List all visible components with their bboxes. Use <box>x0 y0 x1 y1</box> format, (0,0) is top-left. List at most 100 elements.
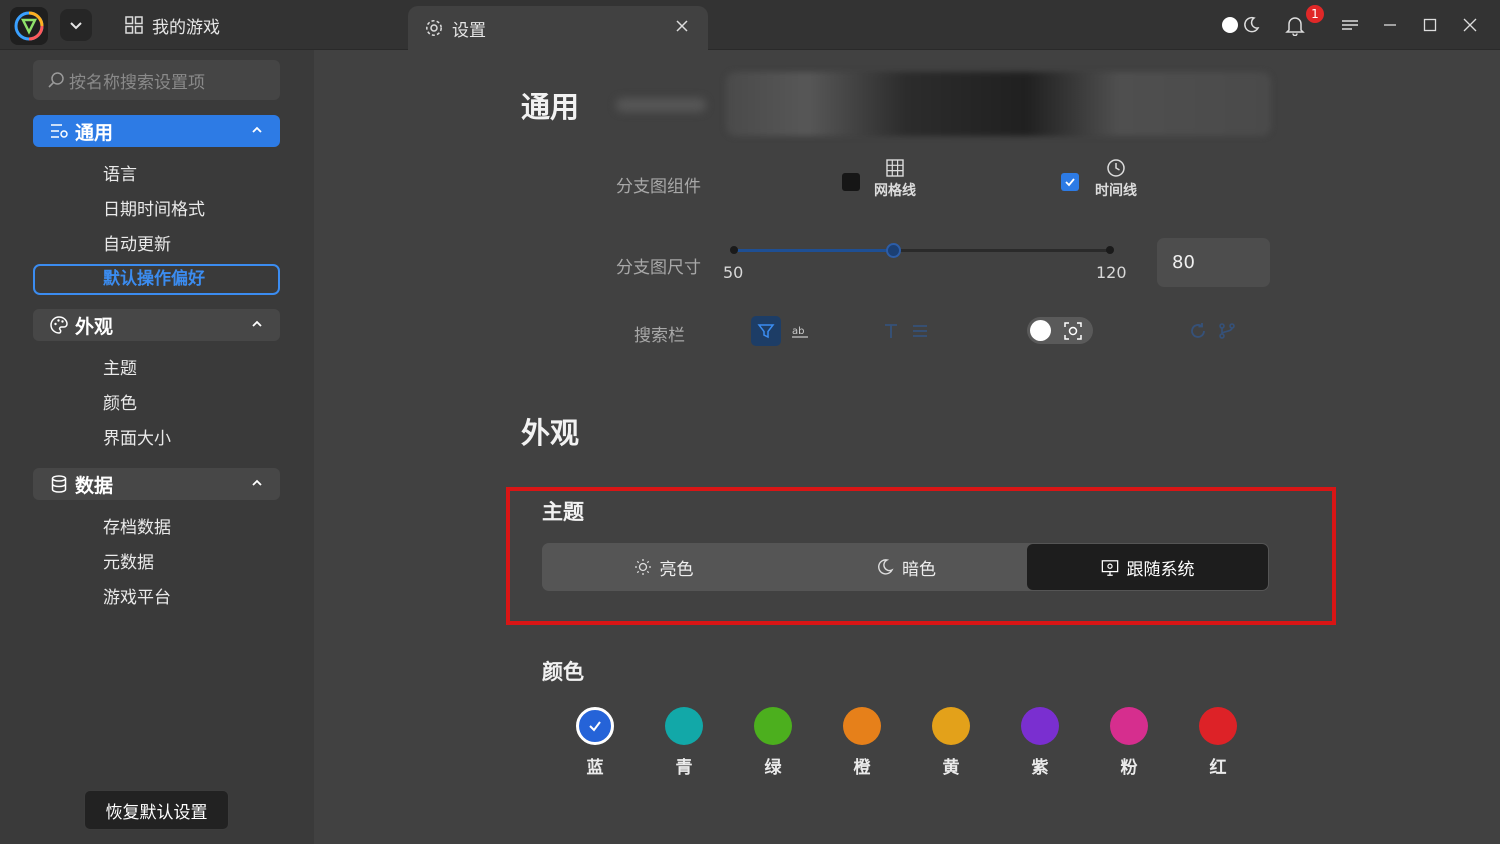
close-window-icon[interactable] <box>1460 15 1480 35</box>
check-icon <box>589 721 601 732</box>
color-swatch[interactable] <box>1021 707 1059 745</box>
color-option[interactable]: 紫 <box>1020 707 1060 778</box>
database-icon <box>49 474 69 494</box>
sidebar-item-auto-update[interactable]: 自动更新 <box>103 230 171 260</box>
minimize-icon[interactable] <box>1380 15 1400 35</box>
clock-icon <box>1107 159 1125 177</box>
moon-icon <box>1244 16 1260 33</box>
settings-main-panel: 通用 分支图组件 网格线 时间线 分支图尺寸 50 120 80 搜索栏 ab … <box>314 50 1500 844</box>
grid-lines-checkbox[interactable] <box>842 173 860 191</box>
scan-icon <box>1064 322 1082 340</box>
grid-lines-option[interactable]: 网格线 <box>874 158 916 200</box>
color-label: 青 <box>675 758 693 778</box>
chevron-up-icon <box>252 479 262 486</box>
color-label: 红 <box>1209 758 1227 778</box>
branch-size-input[interactable]: 80 <box>1157 238 1270 287</box>
theme-system-label: 跟随系统 <box>1126 559 1195 580</box>
theme-toggle[interactable] <box>1222 14 1266 36</box>
timeline-option[interactable]: 时间线 <box>1095 158 1137 200</box>
slider-max-dot <box>1106 246 1114 254</box>
sidebar-item-metadata[interactable]: 元数据 <box>103 548 154 578</box>
timeline-checkbox[interactable] <box>1061 173 1079 191</box>
color-label: 紫 <box>1031 758 1049 778</box>
notification-bell-icon[interactable] <box>1284 14 1306 37</box>
slider-handle[interactable] <box>886 243 902 258</box>
color-label: 绿 <box>764 758 782 778</box>
color-swatch[interactable] <box>576 707 614 745</box>
color-option[interactable]: 红 <box>1198 707 1238 778</box>
theme-title: 主题 <box>542 500 584 524</box>
chevron-up-icon <box>252 320 262 327</box>
monitor-gear-icon <box>1101 558 1119 576</box>
color-option[interactable]: 黄 <box>931 707 971 778</box>
color-option[interactable]: 青 <box>664 707 704 778</box>
search-placeholder: 按名称搜索设置项 <box>69 72 205 93</box>
theme-light-button[interactable]: 亮色 <box>542 543 785 591</box>
sidebar-item-color[interactable]: 颜色 <box>103 389 137 419</box>
restore-defaults-button[interactable]: 恢复默认设置 <box>84 790 229 830</box>
color-swatch[interactable] <box>932 707 970 745</box>
check-icon <box>1065 178 1075 187</box>
sidebar-item-language[interactable]: 语言 <box>103 160 137 190</box>
branch-icon[interactable] <box>1218 322 1236 340</box>
settings-search-input[interactable]: 按名称搜索设置项 <box>33 60 280 100</box>
blurred-setting-label <box>616 98 706 112</box>
grid-lines-label: 网格线 <box>874 183 916 199</box>
color-option[interactable]: 粉 <box>1109 707 1149 778</box>
app-logo-icon <box>14 11 44 41</box>
branch-size-slider[interactable] <box>730 243 1114 258</box>
tab-settings-label: 设置 <box>452 20 486 41</box>
list-icon[interactable] <box>911 322 929 340</box>
color-option[interactable]: 蓝 <box>575 707 615 778</box>
sidebar-group-appearance-label: 外观 <box>75 315 114 338</box>
color-option[interactable]: 绿 <box>753 707 793 778</box>
color-swatch[interactable] <box>665 707 703 745</box>
chevron-down-icon <box>70 22 82 30</box>
grid-icon <box>124 15 144 35</box>
theme-dark-button[interactable]: 暗色 <box>785 543 1027 591</box>
settings-sidebar: 按名称搜索设置项 通用 语言 日期时间格式 自动更新 默认操作偏好 外观 主题 … <box>0 50 314 844</box>
grid-lines-icon <box>886 159 904 177</box>
sidebar-item-ui-size[interactable]: 界面大小 <box>103 424 171 454</box>
tab-my-games-label: 我的游戏 <box>152 17 220 38</box>
color-option[interactable]: 橙 <box>842 707 882 778</box>
sidebar-item-save-data[interactable]: 存档数据 <box>103 513 171 543</box>
sidebar-item-theme[interactable]: 主题 <box>103 354 137 384</box>
text-match-icon[interactable]: ab <box>791 322 809 340</box>
refresh-icon[interactable] <box>1189 322 1207 340</box>
theme-system-button[interactable]: 跟随系统 <box>1027 544 1268 590</box>
menu-dropdown-button[interactable] <box>60 9 92 41</box>
close-tab-icon[interactable] <box>672 16 692 36</box>
slider-min-label: 50 <box>723 263 744 282</box>
sidebar-item-datetime-format[interactable]: 日期时间格式 <box>103 195 205 225</box>
toggle-knob <box>1030 320 1051 341</box>
moon-icon <box>876 558 894 576</box>
filter-button[interactable] <box>751 316 781 346</box>
color-swatch[interactable] <box>1199 707 1237 745</box>
sidebar-item-default-action[interactable]: 默认操作偏好 <box>33 264 280 295</box>
search-bar-toggle[interactable] <box>1027 317 1093 344</box>
color-swatch[interactable] <box>843 707 881 745</box>
text-icon[interactable] <box>882 322 900 340</box>
color-swatch[interactable] <box>1110 707 1148 745</box>
notification-badge: 1 <box>1306 5 1324 23</box>
tab-my-games[interactable]: 我的游戏 <box>120 0 405 50</box>
sidebar-group-general[interactable]: 通用 <box>33 115 280 147</box>
tab-settings[interactable]: 设置 <box>408 6 708 50</box>
maximize-icon[interactable] <box>1420 15 1440 35</box>
general-settings-icon <box>49 121 69 141</box>
sidebar-item-game-platform[interactable]: 游戏平台 <box>103 583 171 613</box>
color-swatch[interactable] <box>754 707 792 745</box>
filter-icon <box>757 324 775 339</box>
slider-fill <box>732 249 895 252</box>
color-label: 蓝 <box>586 758 604 778</box>
color-label: 粉 <box>1120 758 1138 778</box>
sidebar-group-data[interactable]: 数据 <box>33 468 280 500</box>
section-title-general: 通用 <box>521 90 580 124</box>
sidebar-group-data-label: 数据 <box>75 474 114 497</box>
color-label: 橙 <box>853 758 871 778</box>
branch-widget-label: 分支图组件 <box>616 177 701 197</box>
sidebar-group-appearance[interactable]: 外观 <box>33 309 280 341</box>
hamburger-menu-icon[interactable] <box>1340 15 1360 35</box>
app-logo[interactable] <box>10 7 48 45</box>
